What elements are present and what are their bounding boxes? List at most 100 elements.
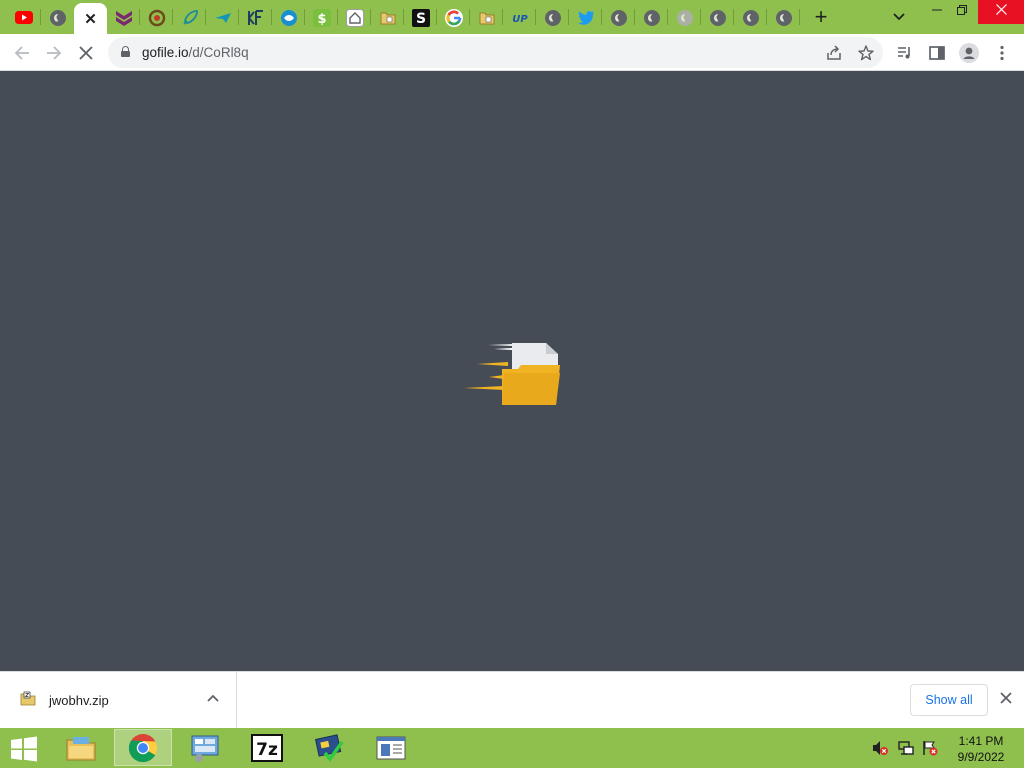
up-logo-icon: UP [512, 14, 528, 25]
lock-icon[interactable] [121, 46, 130, 57]
clock-date: 9/9/2022 [957, 750, 1005, 764]
tab-archive-1[interactable] [371, 3, 404, 32]
globe-icon [610, 9, 627, 26]
file-explorer-icon [66, 736, 96, 760]
globe-icon [49, 9, 66, 26]
tab-globe-2[interactable] [536, 3, 569, 32]
windows-taskbar: 7z 1:41 PM 9/9/2022 [0, 728, 1024, 768]
taskbar-document-app[interactable] [362, 729, 420, 766]
globe-icon [709, 9, 726, 26]
globe-icon [643, 9, 660, 26]
side-panel-icon [929, 46, 945, 60]
network-icon[interactable] [898, 740, 914, 756]
clock-time: 1:41 PM [958, 734, 1004, 748]
fish-logo-icon [280, 9, 297, 26]
tab-globe-3[interactable] [602, 3, 635, 32]
download-item[interactable]: jwobhv.zip [0, 672, 237, 729]
tab-globe-1[interactable] [41, 3, 74, 32]
archive-icon [479, 12, 494, 24]
tab-up-site[interactable]: UP [503, 3, 536, 32]
tab-s-site[interactable]: S [404, 3, 437, 32]
browser-toolbar: gofile.io/d/CoRl8q [0, 34, 1024, 71]
restore-icon [957, 5, 967, 15]
tab-strip: ✕ $ S UP + [0, 0, 1024, 34]
control-panel-icon [191, 735, 219, 762]
archive-icon [380, 12, 395, 24]
tab-home-site[interactable] [338, 3, 371, 32]
globe-icon [742, 9, 759, 26]
tab-dollar-site[interactable]: $ [305, 3, 338, 32]
taskbar-app-check[interactable] [300, 729, 358, 766]
profile-button[interactable] [956, 40, 982, 66]
action-center-flag-icon[interactable] [922, 740, 938, 756]
star-icon [858, 45, 874, 61]
media-controls-button[interactable] [892, 40, 918, 66]
url-path: /d/CoRl8q [188, 45, 249, 60]
tab-plane-site[interactable] [206, 3, 239, 32]
tab-search-button[interactable] [888, 5, 910, 29]
tab-fish-site[interactable] [272, 3, 305, 32]
tab-separator [799, 9, 800, 25]
tab-rocket-site[interactable] [173, 3, 206, 32]
zip-file-icon [20, 691, 36, 706]
globe-icon [775, 9, 792, 26]
rocket-icon [182, 9, 198, 25]
windows-start-button[interactable] [8, 736, 40, 762]
chevron-down-icon [893, 13, 905, 21]
restore-button[interactable] [945, 0, 979, 24]
forward-button[interactable] [41, 40, 67, 66]
close-icon [79, 46, 93, 60]
s-logo-icon: S [411, 8, 430, 27]
twitter-icon [577, 10, 594, 25]
new-tab-button[interactable]: + [808, 5, 834, 29]
monitor-check-icon [314, 733, 344, 762]
share-button[interactable] [822, 41, 846, 65]
dollar-icon: $ [312, 8, 331, 27]
tab-google[interactable] [437, 3, 470, 32]
taskbar-control-panel[interactable] [176, 729, 234, 766]
tab-kf-site[interactable] [239, 3, 272, 32]
url-host: gofile.io [142, 45, 189, 60]
taskbar-chrome[interactable] [114, 729, 172, 766]
tab-globe-4[interactable] [635, 3, 668, 32]
show-all-button[interactable]: Show all [910, 684, 988, 716]
url-text[interactable]: gofile.io/d/CoRl8q [142, 45, 249, 60]
close-icon [995, 4, 1007, 15]
side-panel-button[interactable] [924, 40, 950, 66]
svg-text:S: S [415, 11, 425, 27]
address-bar[interactable]: gofile.io/d/CoRl8q [108, 37, 883, 68]
download-file-name: jwobhv.zip [49, 693, 109, 708]
tab-archive-2[interactable] [470, 3, 503, 32]
system-clock[interactable]: 1:41 PM 9/9/2022 [950, 733, 1012, 765]
more-vert-icon [1000, 45, 1004, 61]
arrow-left-icon [14, 46, 29, 60]
stop-loading-button[interactable] [73, 40, 99, 66]
volume-muted-icon[interactable] [872, 740, 888, 756]
close-icon[interactable]: ✕ [84, 10, 97, 28]
music-queue-icon [898, 47, 910, 59]
chrome-menu-button[interactable] [989, 40, 1015, 66]
paper-plane-icon [214, 12, 231, 23]
tab-globe-5[interactable] [668, 3, 701, 32]
tab-active[interactable]: ✕ [74, 3, 107, 34]
window-close-button[interactable] [978, 0, 1024, 24]
taskbar-file-explorer[interactable] [52, 729, 110, 766]
tab-twitter[interactable] [569, 3, 602, 32]
tab-globe-7[interactable] [734, 3, 767, 32]
tab-ring-site[interactable] [140, 3, 173, 32]
close-shelf-button[interactable] [996, 688, 1016, 710]
svg-text:7z: 7z [256, 740, 278, 760]
download-options-button[interactable] [204, 690, 222, 708]
tab-globe-8[interactable] [767, 3, 800, 32]
tab-chevron-site[interactable] [107, 3, 140, 32]
download-shelf: jwobhv.zip Show all [0, 671, 1024, 729]
page-content [0, 71, 1024, 671]
taskbar-7zip[interactable]: 7z [238, 729, 296, 766]
close-icon [1000, 692, 1012, 704]
google-icon [444, 8, 463, 27]
back-button[interactable] [9, 40, 35, 66]
tab-globe-6[interactable] [701, 3, 734, 32]
chevron-logo-icon [115, 10, 132, 26]
bookmark-button[interactable] [854, 41, 878, 65]
tab-youtube[interactable] [7, 3, 40, 32]
